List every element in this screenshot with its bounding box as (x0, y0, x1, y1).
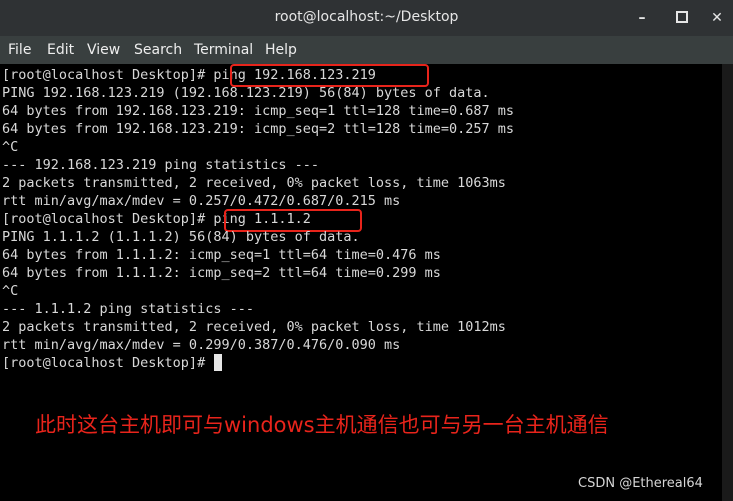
terminal-line: [root@localhost Desktop]# (2, 354, 223, 372)
menu-file[interactable]: File (8, 42, 31, 58)
maximize-icon[interactable] (670, 6, 694, 30)
terminal-line: --- 192.168.123.219 ping statistics --- (2, 157, 319, 173)
close-icon[interactable]: ✕ (705, 6, 729, 30)
prompt: [root@localhost Desktop]# (2, 67, 214, 83)
menu-terminal[interactable]: Terminal (194, 42, 253, 58)
terminal-line: 64 bytes from 192.168.123.219: icmp_seq=… (2, 121, 515, 137)
title-bar[interactable]: root@localhost:~/Desktop – ✕ (0, 0, 733, 36)
minimize-icon[interactable]: – (630, 6, 654, 30)
terminal-scrollbar[interactable] (722, 64, 733, 501)
terminal-line: PING 1.1.1.2 (1.1.1.2) 56(84) bytes of d… (2, 229, 360, 245)
menu-bar: File Edit View Search Terminal Help (0, 36, 733, 64)
terminal-window: root@localhost:~/Desktop – ✕ File Edit V… (0, 0, 733, 501)
menu-view[interactable]: View (87, 42, 120, 58)
terminal-line: ^C (2, 139, 19, 155)
terminal-line: --- 1.1.1.2 ping statistics --- (2, 301, 254, 317)
watermark: CSDN @Ethereal64 (578, 476, 703, 491)
menu-edit[interactable]: Edit (47, 42, 74, 58)
terminal-line: rtt min/avg/max/mdev = 0.257/0.472/0.687… (2, 193, 401, 209)
text-cursor (214, 354, 223, 371)
terminal-line: 64 bytes from 1.1.1.2: icmp_seq=2 ttl=64… (2, 265, 441, 281)
prompt: [root@localhost Desktop]# (2, 211, 214, 227)
terminal-line: 2 packets transmitted, 2 received, 0% pa… (2, 175, 506, 191)
terminal-line: 64 bytes from 1.1.1.2: icmp_seq=1 ttl=64… (2, 247, 441, 263)
terminal-line: 64 bytes from 192.168.123.219: icmp_seq=… (2, 103, 515, 119)
prompt: [root@localhost Desktop]# (2, 355, 214, 371)
terminal-line: PING 192.168.123.219 (192.168.123.219) 5… (2, 85, 490, 101)
annotation-text: 此时这台主机即可与windows主机通信也可与另一台主机通信 (35, 413, 609, 437)
menu-search[interactable]: Search (134, 42, 182, 58)
terminal-line: rtt min/avg/max/mdev = 0.299/0.387/0.476… (2, 337, 401, 353)
menu-help[interactable]: Help (265, 42, 297, 58)
window-title: root@localhost:~/Desktop (274, 9, 459, 25)
terminal-line: ^C (2, 283, 19, 299)
terminal-line: 2 packets transmitted, 2 received, 0% pa… (2, 319, 506, 335)
